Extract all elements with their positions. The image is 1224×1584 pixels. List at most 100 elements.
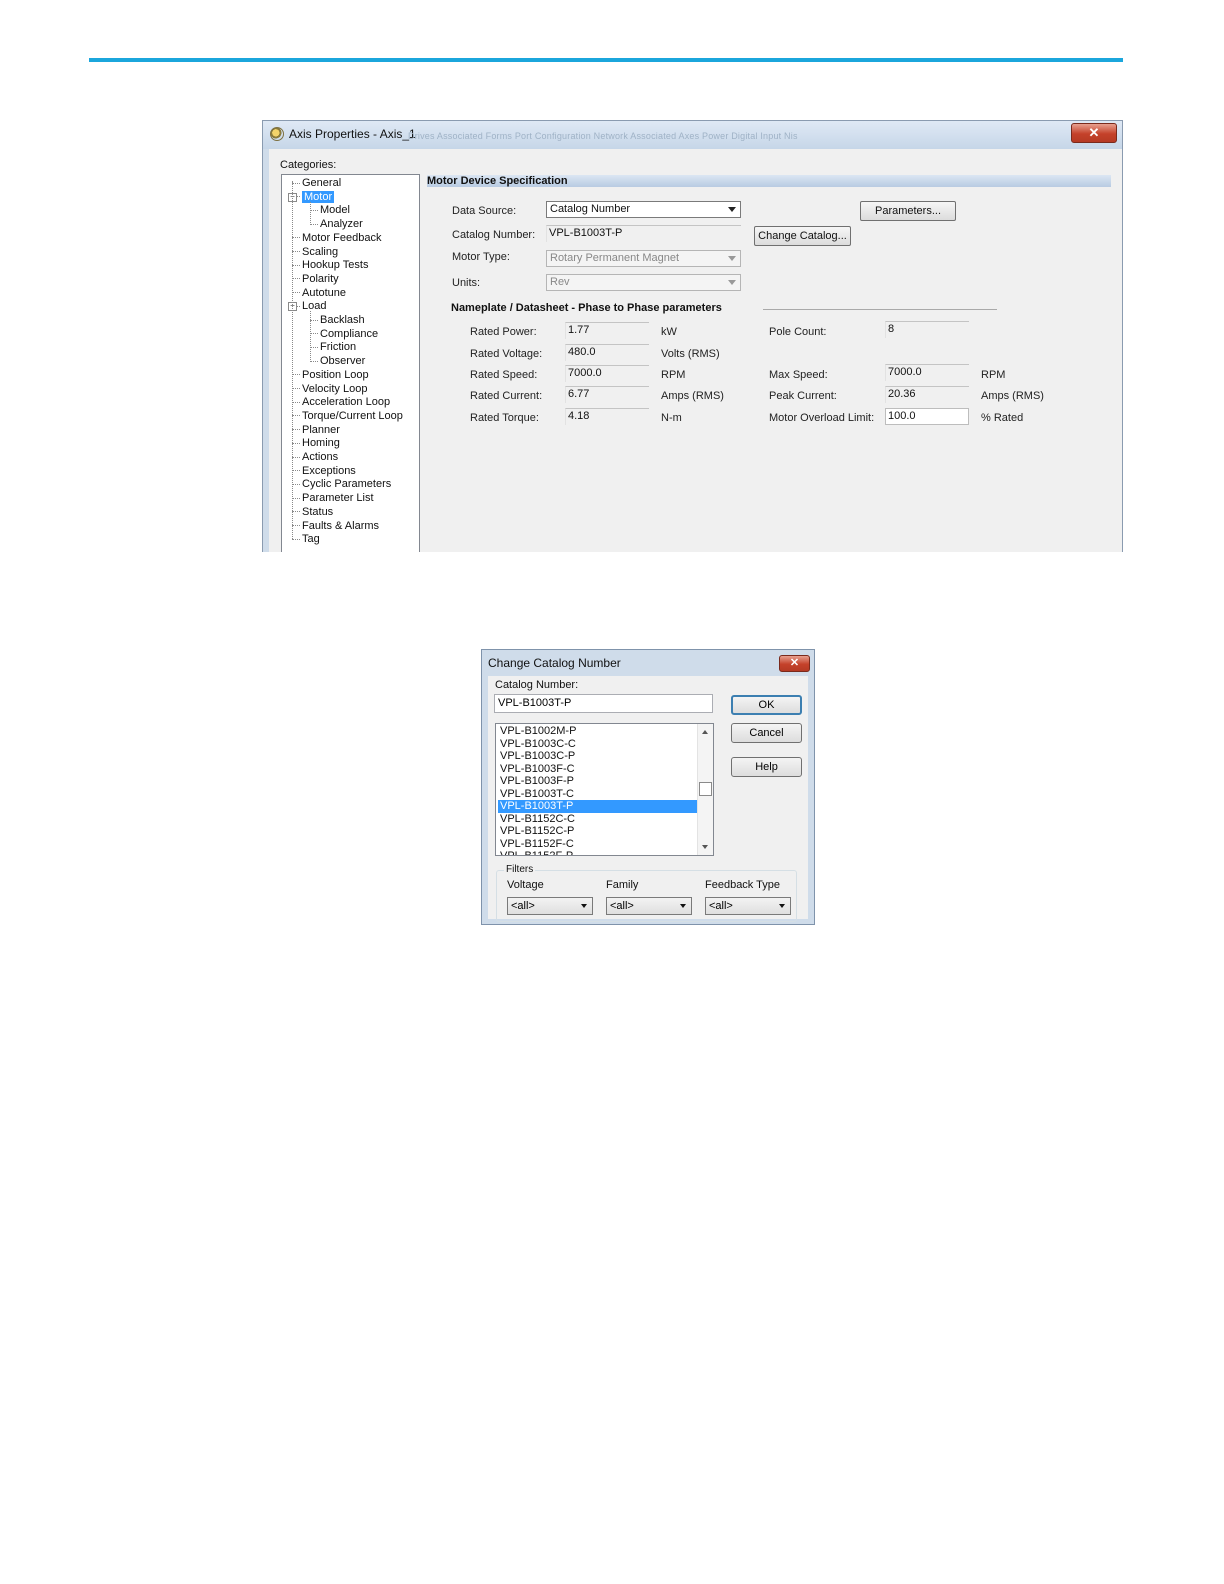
voltage-filter-value: <all> bbox=[511, 900, 535, 912]
tree-item-actions[interactable]: Actions bbox=[292, 451, 338, 464]
list-item[interactable]: VPL-B1152C-C bbox=[498, 813, 699, 826]
tree-item-motor-feedback[interactable]: Motor Feedback bbox=[292, 232, 381, 245]
close-button[interactable]: ✕ bbox=[1071, 123, 1117, 143]
motor-overload-limit-unit: % Rated bbox=[981, 412, 1024, 424]
filters-group: Filters Voltage Family Feedback Type <al… bbox=[496, 864, 797, 922]
dialog-catalog-number-input[interactable]: VPL-B1003T-P bbox=[494, 694, 713, 713]
tree-item-label: Load bbox=[302, 300, 327, 313]
tree-item-compliance[interactable]: Compliance bbox=[310, 328, 378, 341]
scroll-up-icon[interactable] bbox=[702, 730, 708, 734]
cancel-button[interactable]: Cancel bbox=[731, 723, 802, 743]
tree-item-observer[interactable]: Observer bbox=[310, 355, 365, 368]
tree-connector bbox=[292, 182, 300, 184]
tree-root-line bbox=[292, 181, 293, 540]
peak-current-label: Peak Current: bbox=[769, 390, 837, 402]
tree-item-cyclic-parameters[interactable]: Cyclic Parameters bbox=[292, 478, 391, 491]
tree-item-friction[interactable]: Friction bbox=[310, 341, 356, 354]
list-item[interactable]: VPL-B1003T-C bbox=[498, 788, 699, 801]
max-speed-unit: RPM bbox=[981, 369, 1006, 381]
scroll-down-icon[interactable] bbox=[702, 845, 708, 849]
change-catalog-button[interactable]: Change Catalog... bbox=[754, 226, 851, 246]
tree-item-acceleration-loop[interactable]: Acceleration Loop bbox=[292, 396, 390, 409]
ok-button[interactable]: OK bbox=[731, 695, 802, 715]
list-item[interactable]: VPL-B1152F-C bbox=[498, 838, 699, 851]
list-scrollbar[interactable] bbox=[697, 724, 713, 855]
tree-item-velocity-loop[interactable]: Velocity Loop bbox=[292, 383, 367, 396]
list-item[interactable]: VPL-B1152F-P bbox=[498, 850, 699, 855]
tree-connector bbox=[292, 415, 300, 417]
tree-item-polarity[interactable]: Polarity bbox=[292, 273, 339, 286]
tree-item-faults-alarms[interactable]: Faults & Alarms bbox=[292, 520, 379, 533]
rated-power-label: Rated Power: bbox=[470, 326, 537, 338]
units-dropdown[interactable]: Rev bbox=[546, 274, 741, 291]
rated-torque-unit: N-m bbox=[661, 412, 682, 424]
tree-item-label: Tag bbox=[302, 533, 320, 546]
list-item[interactable]: VPL-B1003C-P bbox=[498, 750, 699, 763]
tree-item-label: Hookup Tests bbox=[302, 259, 369, 272]
tree-connector bbox=[292, 264, 300, 266]
catalog-number-label: Catalog Number: bbox=[452, 229, 536, 241]
title-bar: Axis Properties - Axis_1 Drives Associat… bbox=[263, 121, 1122, 149]
tree-item-exceptions[interactable]: Exceptions bbox=[292, 465, 356, 478]
tree-item-scaling[interactable]: Scaling bbox=[292, 246, 338, 259]
feedback-type-label: Feedback Type bbox=[705, 879, 781, 891]
motor-overload-limit-label: Motor Overload Limit: bbox=[769, 412, 875, 424]
motor-type-dropdown[interactable]: Rotary Permanent Magnet bbox=[546, 250, 741, 267]
tree-connector bbox=[292, 251, 300, 253]
tree-item-hookup-tests[interactable]: Hookup Tests bbox=[292, 259, 368, 272]
tree-connector bbox=[310, 360, 318, 362]
voltage-label: Voltage bbox=[507, 879, 544, 891]
list-item[interactable]: VPL-B1003C-C bbox=[498, 738, 699, 751]
list-item[interactable]: VPL-B1003F-P bbox=[498, 775, 699, 788]
tree-item-label: Cyclic Parameters bbox=[302, 478, 392, 491]
data-source-value: Catalog Number bbox=[550, 203, 631, 215]
tree-item-label: Position Loop bbox=[302, 368, 369, 381]
help-button[interactable]: Help bbox=[731, 757, 802, 777]
chevron-down-icon bbox=[728, 256, 736, 261]
tree-item-tag[interactable]: Tag bbox=[292, 533, 320, 546]
tree-item-label: Homing bbox=[302, 437, 340, 450]
catalog-number-field: VPL-B1003T-P bbox=[546, 225, 741, 242]
feedback-type-filter-dropdown[interactable]: <all> bbox=[705, 897, 791, 915]
pole-count-field: 8 bbox=[885, 321, 969, 338]
data-source-dropdown[interactable]: Catalog Number bbox=[546, 201, 741, 218]
pole-count-label: Pole Count: bbox=[769, 326, 827, 338]
tree-item-autotune[interactable]: Autotune bbox=[292, 287, 346, 300]
tree-item-label: Velocity Loop bbox=[302, 382, 368, 395]
peak-current-unit: Amps (RMS) bbox=[981, 390, 1044, 402]
list-item[interactable]: VPL-B1003T-P bbox=[498, 800, 699, 813]
tree-item-model[interactable]: Model bbox=[310, 204, 350, 217]
family-filter-dropdown[interactable]: <all> bbox=[606, 897, 692, 915]
dialog-close-button[interactable]: ✕ bbox=[779, 655, 810, 672]
tree-item-general[interactable]: General bbox=[292, 177, 341, 190]
tree-item-motor[interactable]: Motor bbox=[292, 190, 335, 204]
rated-current-field: 6.77 bbox=[565, 386, 649, 403]
tree-item-status[interactable]: Status bbox=[292, 506, 333, 519]
tree-connector bbox=[292, 538, 300, 540]
filters-label: Filters bbox=[504, 864, 536, 875]
tree-item-label: Friction bbox=[320, 341, 357, 354]
tree-item-parameter-list[interactable]: Parameter List bbox=[292, 492, 374, 505]
list-item[interactable]: VPL-B1003F-C bbox=[498, 763, 699, 776]
scroll-thumb[interactable] bbox=[699, 782, 712, 796]
list-item[interactable]: VPL-B1002M-P bbox=[498, 725, 699, 738]
tree-connector bbox=[292, 388, 300, 390]
tree-item-analyzer[interactable]: Analyzer bbox=[310, 218, 363, 231]
list-item[interactable]: VPL-B1152C-P bbox=[498, 825, 699, 838]
tree-item-label: Exceptions bbox=[302, 464, 356, 477]
tree-item-backlash[interactable]: Backlash bbox=[310, 314, 365, 327]
tree-item-label: Compliance bbox=[320, 327, 379, 340]
tree-item-torque-current-loop[interactable]: Torque/Current Loop bbox=[292, 410, 403, 423]
parameters-button[interactable]: Parameters... bbox=[860, 201, 956, 221]
voltage-filter-dropdown[interactable]: <all> bbox=[507, 897, 593, 915]
tree-item-planner[interactable]: Planner bbox=[292, 424, 340, 437]
categories-tree[interactable]: General Motor − Model Analyzer Motor Feedback… bbox=[281, 174, 420, 552]
chevron-down-icon bbox=[680, 904, 686, 908]
tree-item-position-loop[interactable]: Position Loop bbox=[292, 369, 369, 382]
rated-speed-unit: RPM bbox=[661, 369, 686, 381]
catalog-list[interactable]: VPL-B1152F-P VPL-B1152F-C VPL-B1152C-P VPL-… bbox=[495, 723, 714, 856]
tree-item-label: Torque/Current Loop bbox=[302, 409, 403, 422]
motor-overload-limit-input[interactable]: 100.0 bbox=[885, 408, 969, 425]
data-source-label: Data Source: bbox=[452, 205, 517, 217]
tree-item-homing[interactable]: Homing bbox=[292, 437, 340, 450]
